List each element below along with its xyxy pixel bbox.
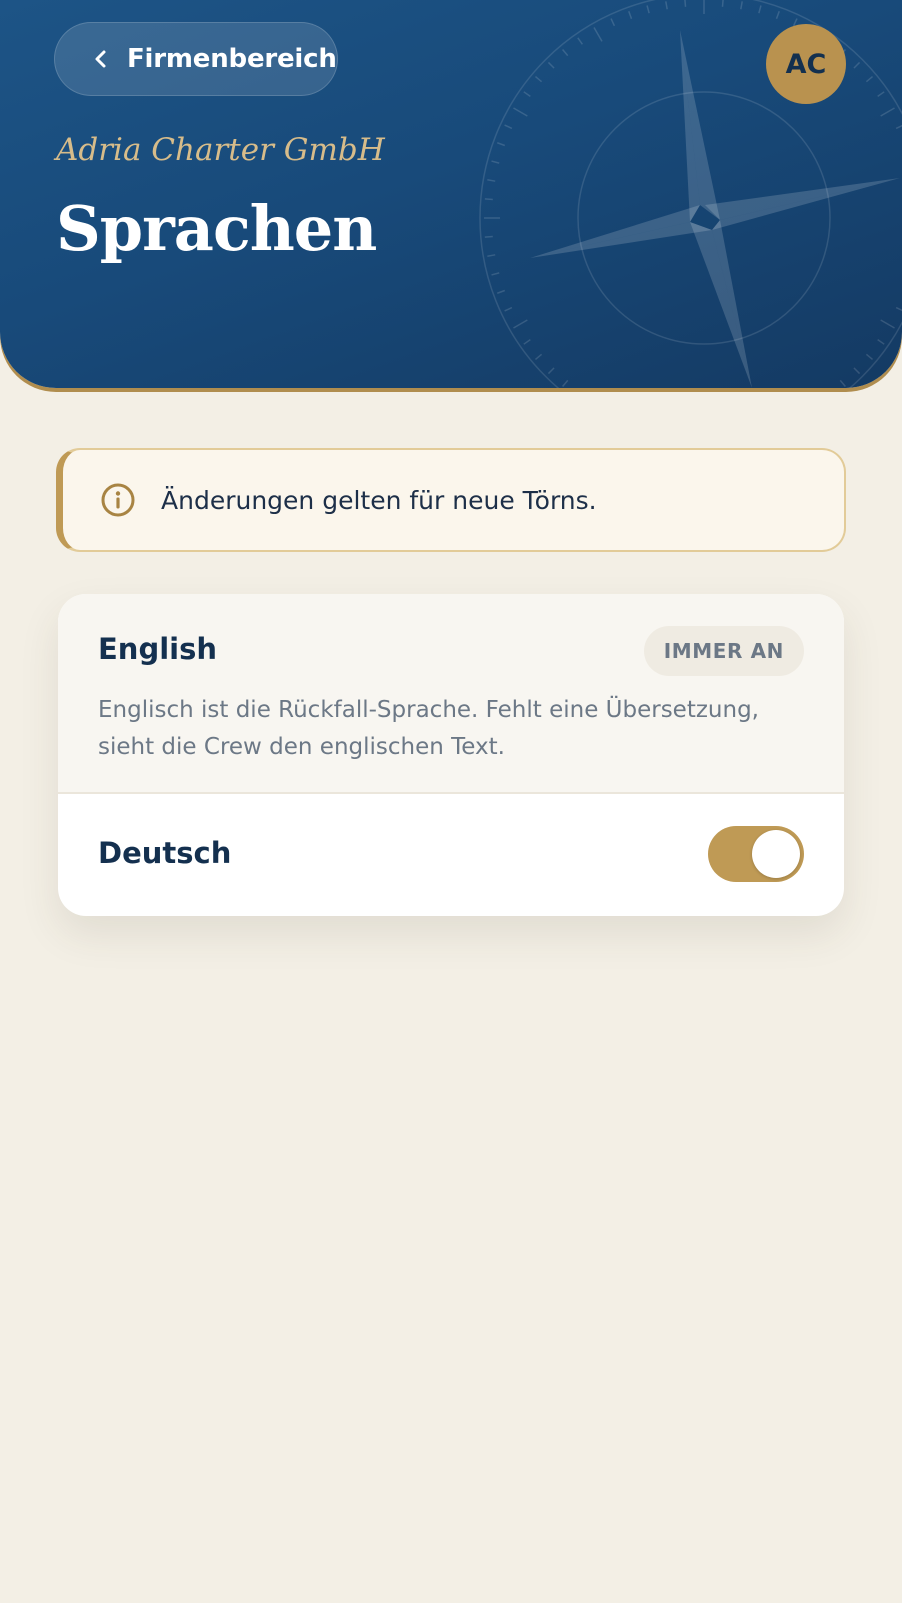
info-notice: Änderungen gelten für neue Törns. [56,448,846,552]
company-name: Adria Charter GmbH [56,132,385,168]
language-row-deutsch: Deutsch [58,794,844,916]
language-description-english: Englisch ist die Rückfall-Sprache. Fehlt… [98,697,759,760]
language-row-english: English IMMER AN Englisch ist die Rückfa… [58,594,844,794]
chevron-left-icon [89,47,113,71]
avatar[interactable]: AC [766,24,846,104]
language-name-english: English [98,632,218,666]
page-title: Sprachen [56,192,377,265]
language-list-card: English IMMER AN Englisch ist die Rückfa… [58,594,844,916]
toggle-knob [752,830,800,878]
language-toggle-deutsch[interactable] [708,826,804,882]
notice-text: Änderungen gelten für neue Törns. [161,485,597,515]
back-button[interactable]: Firmenbereich [54,22,338,96]
always-on-badge: IMMER AN [643,626,804,676]
back-button-label: Firmenbereich [127,44,337,74]
language-name-deutsch: Deutsch [98,836,232,870]
page-header: Firmenbereich AC Adria Charter GmbH Spra… [0,0,902,388]
info-icon [99,481,137,519]
